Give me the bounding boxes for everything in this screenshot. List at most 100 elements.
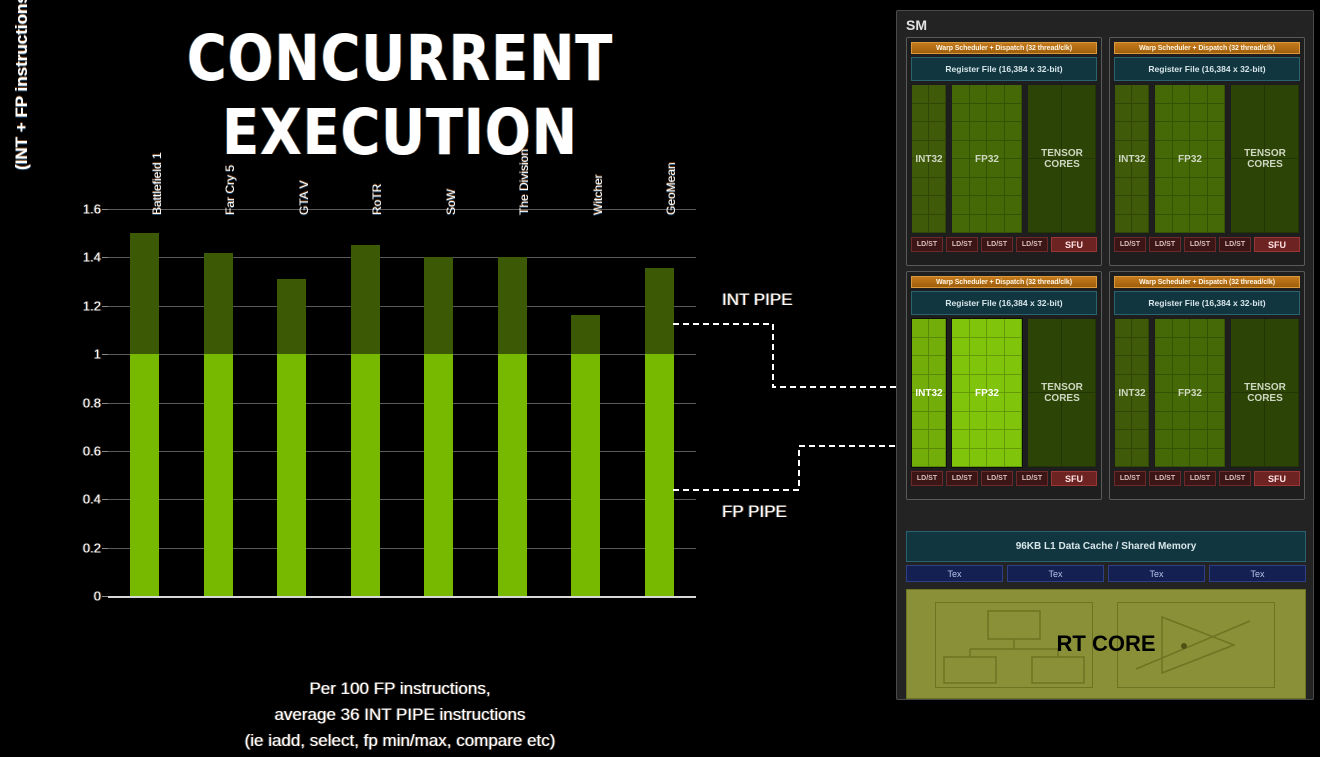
chart-x-tick-label: SoW <box>443 188 458 215</box>
chart-y-tick-label: 0.8 <box>82 395 101 410</box>
int32-unit-block[interactable]: INT32 <box>911 84 947 234</box>
ld-st-unit[interactable]: LD/ST <box>1219 471 1251 486</box>
sfu-unit[interactable]: SFU <box>1254 471 1300 486</box>
fp32-unit-block[interactable]: FP32 <box>1154 84 1226 234</box>
int32-unit-block-label: INT32 <box>915 153 943 165</box>
chart-x-tick-label: GeoMean <box>664 162 679 215</box>
chart-gridline <box>108 257 696 259</box>
tensor-cores-block[interactable]: TENSOR CORES <box>1230 318 1300 468</box>
int32-unit-block[interactable]: INT32 <box>1114 318 1150 468</box>
chart-bar-segment-int <box>424 257 454 355</box>
fp32-unit-block-label: FP32 <box>1178 153 1202 165</box>
register-file-block[interactable]: Register File (16,384 x 32-bit) <box>911 57 1097 81</box>
fp32-unit-block[interactable]: FP32 <box>951 318 1023 468</box>
warp-scheduler-dispatch[interactable]: Warp Scheduler + Dispatch (32 thread/clk… <box>911 42 1097 54</box>
ld-st-unit[interactable]: LD/ST <box>981 237 1013 252</box>
chart-bar[interactable] <box>497 257 527 596</box>
chart-bar[interactable] <box>350 245 380 596</box>
chart-y-tickmark <box>102 499 108 501</box>
ld-st-unit[interactable]: LD/ST <box>1184 471 1216 486</box>
slide-canvas: CONCURRENT EXECUTION (INT + FP instructi… <box>0 0 1320 757</box>
warp-scheduler-dispatch[interactable]: Warp Scheduler + Dispatch (32 thread/clk… <box>1114 276 1300 288</box>
chart-y-tick-label: 0.4 <box>82 491 101 507</box>
int32-unit-block[interactable]: INT32 <box>911 318 947 468</box>
int32-unit-block[interactable]: INT32 <box>1114 84 1150 234</box>
warp-scheduler-dispatch[interactable]: Warp Scheduler + Dispatch (32 thread/clk… <box>1114 42 1300 54</box>
ld-st-unit[interactable]: LD/ST <box>911 471 943 486</box>
chart-y-tick-label: 0.6 <box>82 443 101 459</box>
load-store-units-row: LD/ST LD/ST LD/ST LD/ST SFU <box>1114 237 1300 252</box>
ld-st-unit[interactable]: LD/ST <box>1016 471 1048 486</box>
chart-bar[interactable] <box>571 315 601 596</box>
load-store-units-row: LD/ST LD/ST LD/ST LD/ST SFU <box>911 237 1097 252</box>
tensor-cores-block[interactable]: TENSOR CORES <box>1027 84 1097 234</box>
sm-sub-core-0[interactable]: Warp Scheduler + Dispatch (32 thread/clk… <box>906 37 1102 266</box>
tensor-cores-block[interactable]: TENSOR CORES <box>1027 318 1097 468</box>
chart-gridline <box>108 450 696 452</box>
chart-bar-segment-int <box>203 252 233 355</box>
fp32-unit-block[interactable]: FP32 <box>951 84 1023 234</box>
chart-y-axis-label: (INT + FP instructions) / FP instruction… <box>12 0 31 170</box>
caption-line-3: (ie iadd, select, fp min/max, compare et… <box>244 731 556 750</box>
chart-x-tick-label: Far Cry 5 <box>223 164 238 215</box>
sm-sub-core-2[interactable]: Warp Scheduler + Dispatch (32 thread/clk… <box>906 271 1102 500</box>
chart-bar[interactable] <box>130 233 160 596</box>
register-file-block[interactable]: Register File (16,384 x 32-bit) <box>1114 291 1300 315</box>
execution-units-row: INT32 FP32 TENSOR CORES <box>1114 84 1300 234</box>
chart-bar[interactable] <box>644 268 674 596</box>
chart-y-tickmark <box>102 596 108 597</box>
ld-st-unit[interactable]: LD/ST <box>1114 237 1146 252</box>
chart-gridline <box>108 547 696 549</box>
chart-bar[interactable] <box>203 252 233 596</box>
chart-x-tick-label: The Division <box>517 148 532 215</box>
l1-data-cache-block[interactable]: 96KB L1 Data Cache / Shared Memory <box>906 531 1306 562</box>
ld-st-unit[interactable]: LD/ST <box>1016 237 1048 252</box>
sm-diagram-panel: SM Warp Scheduler + Dispatch (32 thread/… <box>896 10 1314 700</box>
ld-st-unit[interactable]: LD/ST <box>1149 471 1181 486</box>
texture-unit[interactable]: Tex <box>1209 565 1306 582</box>
ld-st-unit[interactable]: LD/ST <box>1114 471 1146 486</box>
sm-sub-core-1[interactable]: Warp Scheduler + Dispatch (32 thread/clk… <box>1109 37 1305 266</box>
ld-st-unit[interactable]: LD/ST <box>1184 237 1216 252</box>
chart-plot-area: 0 0.2 0.4 0.6 0.8 1 1.2 1.4 1.6 Battlefield 1 Far … <box>83 149 696 604</box>
chart-gridline <box>108 354 696 356</box>
ld-st-unit[interactable]: LD/ST <box>946 471 978 486</box>
register-file-block[interactable]: Register File (16,384 x 32-bit) <box>911 291 1097 315</box>
ld-st-unit[interactable]: LD/ST <box>911 237 943 252</box>
ld-st-unit[interactable]: LD/ST <box>1219 237 1251 252</box>
title-line-1: CONCURRENT <box>186 22 614 95</box>
sm-sub-core-3[interactable]: Warp Scheduler + Dispatch (32 thread/clk… <box>1109 271 1305 500</box>
ld-st-unit[interactable]: LD/ST <box>946 237 978 252</box>
int32-unit-block-label: INT32 <box>1118 153 1146 165</box>
ld-st-unit[interactable]: LD/ST <box>981 471 1013 486</box>
execution-units-row: INT32 FP32 TENSOR CORES <box>911 84 1097 234</box>
sfu-unit[interactable]: SFU <box>1051 471 1097 486</box>
texture-unit[interactable]: Tex <box>1108 565 1205 582</box>
fp32-unit-block-label: FP32 <box>975 387 999 399</box>
chart-bar[interactable] <box>424 257 454 596</box>
texture-unit[interactable]: Tex <box>906 565 1003 582</box>
chart-x-tick-label: GTA V <box>296 180 311 215</box>
chart-bar-segment-int <box>277 279 307 355</box>
caption-line-2: average 36 INT PIPE instructions <box>274 705 526 724</box>
chart-x-tick-label: RoTR <box>370 183 385 215</box>
sfu-unit[interactable]: SFU <box>1254 237 1300 252</box>
register-file-block[interactable]: Register File (16,384 x 32-bit) <box>1114 57 1300 81</box>
load-store-units-row: LD/ST LD/ST LD/ST LD/ST SFU <box>911 471 1097 486</box>
chart-y-tick-label: 1.6 <box>82 201 101 217</box>
fp32-unit-block[interactable]: FP32 <box>1154 318 1226 468</box>
chart-bar[interactable] <box>277 279 307 596</box>
chart-y-tickmark <box>102 450 108 452</box>
ld-st-unit[interactable]: LD/ST <box>1149 237 1181 252</box>
rt-core-block[interactable]: RT CORE <box>906 589 1306 699</box>
tensor-cores-block[interactable]: TENSOR CORES <box>1230 84 1300 234</box>
warp-scheduler-dispatch[interactable]: Warp Scheduler + Dispatch (32 thread/clk… <box>911 276 1097 288</box>
chart-bar-segment-fp <box>130 354 160 596</box>
fp32-unit-block-label: FP32 <box>975 153 999 165</box>
tensor-cores-block-label: TENSOR CORES <box>1244 148 1286 170</box>
chart-y-tick-label: 0.2 <box>82 540 101 556</box>
sfu-unit[interactable]: SFU <box>1051 237 1097 252</box>
texture-unit[interactable]: Tex <box>1007 565 1104 582</box>
rt-core-label: RT CORE <box>1056 631 1156 656</box>
chart-bar-segment-fp <box>644 354 674 596</box>
